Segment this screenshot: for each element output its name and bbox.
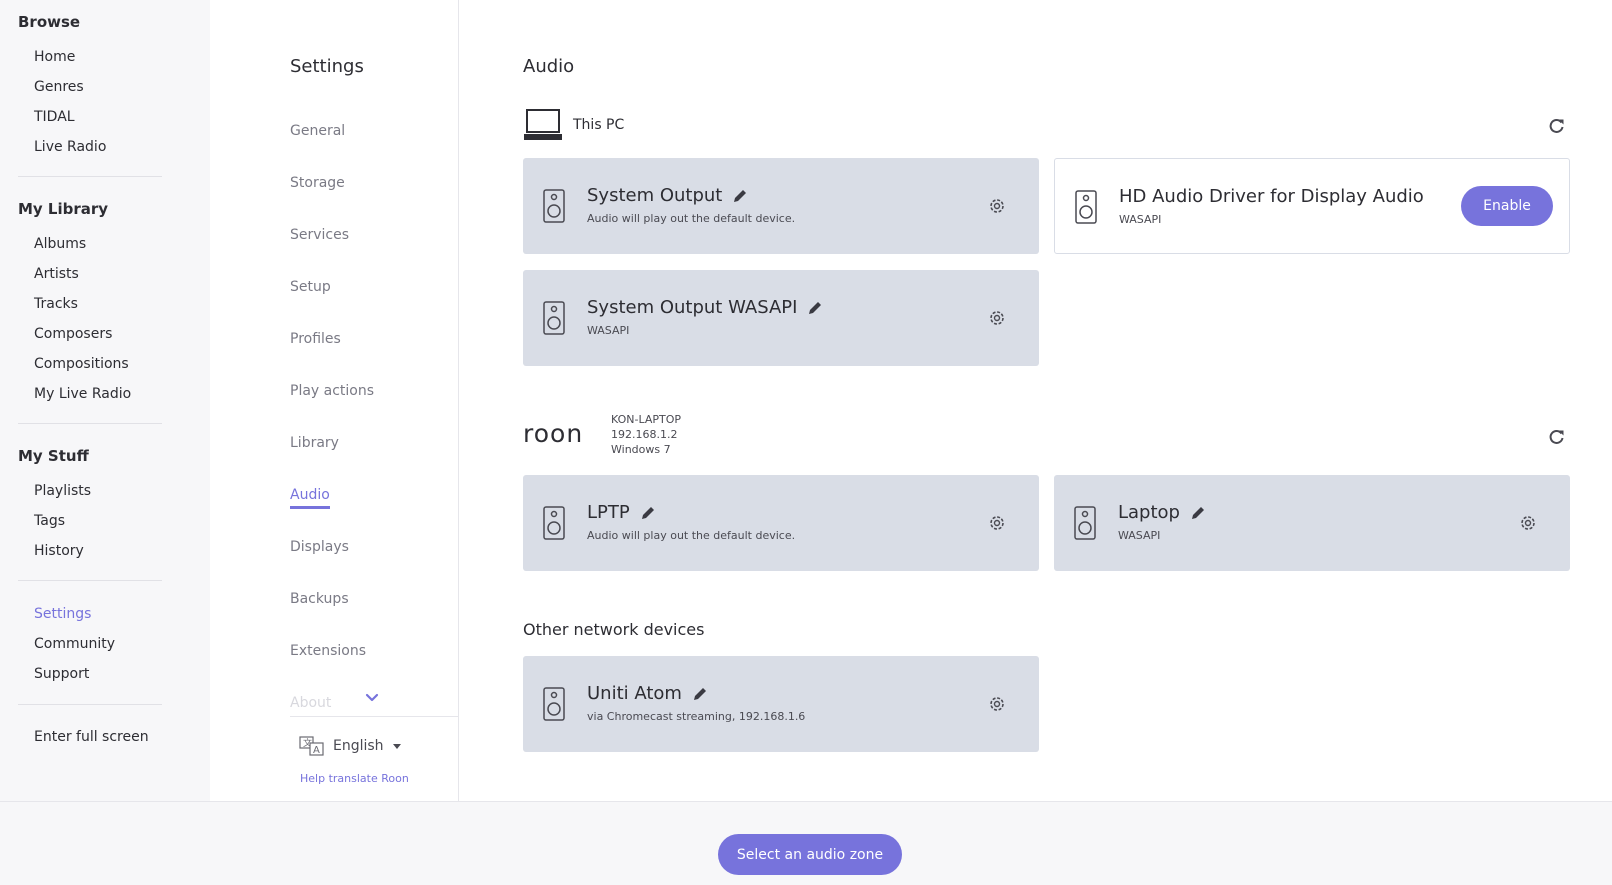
- speaker-icon: [543, 687, 565, 721]
- pencil-icon[interactable]: [732, 188, 748, 204]
- my-stuff-title: My Stuff: [18, 447, 89, 465]
- sidebar-item-my-live-radio[interactable]: My Live Radio: [34, 386, 131, 402]
- sidebar-divider: [18, 176, 162, 177]
- device-card[interactable]: System Output Audio will play out the de…: [523, 158, 1039, 254]
- device-name: System Output: [587, 185, 723, 206]
- device-description: via Chromecast streaming, 192.168.1.6: [587, 710, 806, 723]
- refresh-icon[interactable]: [1549, 118, 1565, 134]
- language-select[interactable]: 文 A English: [299, 736, 402, 756]
- sidebar-item-tracks[interactable]: Tracks: [34, 296, 78, 312]
- sidebar-item-playlists[interactable]: Playlists: [34, 483, 91, 499]
- settings-nav-services[interactable]: Services: [290, 227, 349, 243]
- sidebar-divider: [18, 423, 162, 424]
- page-title: Audio: [523, 56, 575, 77]
- device-name: System Output WASAPI: [587, 297, 798, 318]
- device-name: HD Audio Driver for Display Audio: [1119, 186, 1424, 207]
- pencil-icon[interactable]: [1190, 505, 1206, 521]
- roon-logo: roon: [523, 422, 583, 448]
- device-card[interactable]: Laptop WASAPI: [1054, 475, 1570, 571]
- help-translate-link[interactable]: Help translate Roon: [300, 772, 409, 785]
- settings-title: Settings: [290, 56, 364, 77]
- svg-text:A: A: [313, 745, 320, 756]
- svg-text:roon: roon: [523, 422, 583, 448]
- sidebar-item-albums[interactable]: Albums: [34, 236, 86, 252]
- footer-bar: Select an audio zone: [0, 801, 1612, 885]
- browse-sidebar: Browse Home Genres TIDAL Live Radio My L…: [0, 0, 210, 801]
- device-description: WASAPI: [587, 324, 630, 337]
- sidebar-item-community[interactable]: Community: [34, 636, 115, 652]
- nav-divider: [290, 716, 458, 717]
- gear-icon[interactable]: [987, 694, 1007, 714]
- host-ip: 192.168.1.2: [611, 428, 678, 441]
- settings-nav-general[interactable]: General: [290, 123, 345, 139]
- settings-nav-backups[interactable]: Backups: [290, 591, 349, 607]
- sidebar-item-tidal[interactable]: TIDAL: [34, 109, 75, 125]
- device-card-disabled: HD Audio Driver for Display Audio WASAPI…: [1054, 158, 1570, 254]
- speaker-icon: [543, 301, 565, 335]
- sidebar-item-home[interactable]: Home: [34, 49, 75, 65]
- other-network-devices-label: Other network devices: [523, 620, 705, 639]
- gear-icon[interactable]: [987, 513, 1007, 533]
- settings-nav-audio[interactable]: Audio: [290, 487, 330, 509]
- sidebar-item-settings[interactable]: Settings: [34, 606, 91, 622]
- translate-icon: 文 A: [299, 736, 324, 756]
- gear-icon[interactable]: [987, 308, 1007, 328]
- settings-nav-play-actions[interactable]: Play actions: [290, 383, 374, 399]
- settings-nav-displays[interactable]: Displays: [290, 539, 349, 555]
- sidebar-item-composers[interactable]: Composers: [34, 326, 112, 342]
- browse-title: Browse: [18, 13, 81, 31]
- device-name: LPTP: [587, 502, 630, 523]
- speaker-icon: [1075, 190, 1097, 224]
- refresh-icon[interactable]: [1549, 429, 1565, 445]
- device-name: Laptop: [1118, 502, 1180, 523]
- select-audio-zone-button[interactable]: Select an audio zone: [718, 834, 902, 875]
- settings-nav-profiles[interactable]: Profiles: [290, 331, 341, 347]
- device-description: WASAPI: [1118, 529, 1161, 542]
- sidebar-item-artists[interactable]: Artists: [34, 266, 79, 282]
- this-pc-header: This PC: [523, 108, 624, 142]
- my-library-title: My Library: [18, 200, 109, 218]
- settings-nav-library[interactable]: Library: [290, 435, 339, 451]
- settings-nav-storage[interactable]: Storage: [290, 175, 345, 191]
- pencil-icon[interactable]: [807, 300, 823, 316]
- enter-full-screen-button[interactable]: Enter full screen: [34, 729, 149, 745]
- language-label: English: [333, 738, 384, 754]
- sidebar-divider: [18, 580, 162, 581]
- device-description: WASAPI: [1119, 213, 1162, 226]
- gear-icon[interactable]: [987, 196, 1007, 216]
- sidebar-item-genres[interactable]: Genres: [34, 79, 84, 95]
- this-pc-label: This PC: [573, 117, 625, 133]
- speaker-icon: [543, 189, 565, 223]
- speaker-icon: [1074, 506, 1096, 540]
- sidebar-item-history[interactable]: History: [34, 543, 84, 559]
- pencil-icon[interactable]: [640, 505, 656, 521]
- chevron-down-icon[interactable]: [364, 692, 380, 704]
- caret-down-icon: [392, 744, 401, 749]
- speaker-icon: [543, 506, 565, 540]
- settings-nav-about[interactable]: About: [290, 695, 331, 711]
- host-os: Windows 7: [611, 443, 671, 456]
- device-card[interactable]: Uniti Atom via Chromecast streaming, 192…: [523, 656, 1039, 752]
- device-card[interactable]: LPTP Audio will play out the default dev…: [523, 475, 1039, 571]
- device-card[interactable]: System Output WASAPI WASAPI: [523, 270, 1039, 366]
- sidebar-item-support[interactable]: Support: [34, 666, 89, 682]
- enable-button[interactable]: Enable: [1461, 186, 1553, 226]
- sidebar-item-tags[interactable]: Tags: [34, 513, 65, 529]
- laptop-icon: [524, 109, 562, 140]
- host-name: KON-LAPTOP: [611, 413, 682, 426]
- pencil-icon[interactable]: [692, 686, 708, 702]
- sidebar-item-compositions[interactable]: Compositions: [34, 356, 129, 372]
- audio-settings-panel: Audio This PC System Output Audio will p…: [460, 0, 1612, 801]
- device-name: Uniti Atom: [587, 683, 682, 704]
- sidebar-item-live-radio[interactable]: Live Radio: [34, 139, 106, 155]
- device-description: Audio will play out the default device.: [587, 529, 796, 542]
- settings-nav-extensions[interactable]: Extensions: [290, 643, 366, 659]
- settings-nav-setup[interactable]: Setup: [290, 279, 331, 295]
- host-info: KON-LAPTOP 192.168.1.2 Windows 7: [611, 412, 681, 457]
- device-description: Audio will play out the default device.: [587, 212, 796, 225]
- settings-nav: Settings General Storage Services Setup …: [210, 0, 459, 801]
- sidebar-divider: [18, 704, 162, 705]
- gear-icon[interactable]: [1518, 513, 1538, 533]
- remote-host-header: roon KON-LAPTOP 192.168.1.2 Windows 7: [523, 412, 681, 457]
